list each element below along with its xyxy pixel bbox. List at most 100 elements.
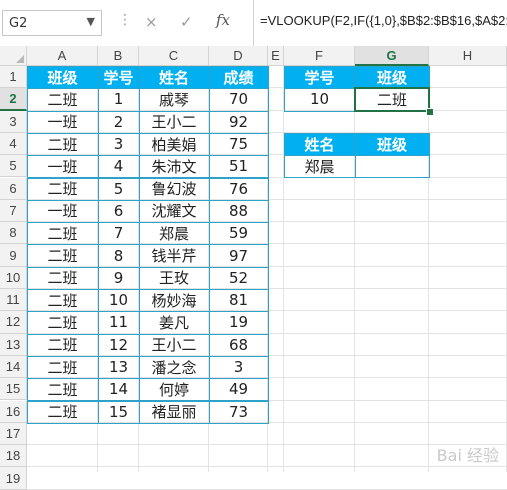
column-header-b[interactable]: B bbox=[98, 46, 139, 66]
table-cell[interactable]: 5 bbox=[98, 178, 139, 200]
fill-handle[interactable] bbox=[426, 107, 434, 116]
table-cell[interactable]: 二班 bbox=[27, 267, 98, 289]
row-header-14[interactable]: 14 bbox=[0, 355, 27, 379]
insert-function-fx-icon[interactable]: fx bbox=[216, 11, 230, 29]
table-cell[interactable]: 二班 bbox=[27, 356, 98, 378]
table-cell[interactable]: 9 bbox=[98, 267, 139, 289]
table-cell[interactable]: 潘之念 bbox=[139, 356, 209, 378]
table-cell[interactable]: 二班 bbox=[27, 88, 98, 110]
cancel-icon[interactable]: × bbox=[145, 13, 158, 31]
formula-input[interactable]: =VLOOKUP(F2,IF({1,0},$B$2:$B$16,$A$2:$ bbox=[253, 0, 507, 46]
table-cell[interactable]: 6 bbox=[98, 200, 139, 222]
lookup-header-cell[interactable]: 学号 bbox=[284, 66, 355, 89]
table-cell[interactable]: 二班 bbox=[27, 289, 98, 311]
table-cell[interactable]: 何婷 bbox=[139, 378, 209, 400]
table-cell[interactable]: 3 bbox=[209, 356, 268, 378]
table-cell[interactable]: 81 bbox=[209, 289, 268, 311]
row-header-1[interactable]: 1 bbox=[0, 66, 27, 89]
table-cell[interactable]: 一班 bbox=[27, 155, 98, 177]
row-header-10[interactable]: 10 bbox=[0, 266, 27, 289]
row-header-4[interactable]: 4 bbox=[0, 132, 27, 156]
table-cell[interactable]: 75 bbox=[209, 133, 268, 155]
table-cell[interactable]: 13 bbox=[98, 356, 139, 378]
row-header-16[interactable]: 16 bbox=[0, 400, 27, 423]
lookup-value-cell[interactable]: 郑晨 bbox=[284, 155, 355, 177]
row-header-6[interactable]: 6 bbox=[0, 177, 27, 200]
row-header-12[interactable]: 12 bbox=[0, 311, 27, 334]
row-header-18[interactable]: 18 bbox=[0, 445, 27, 468]
table-cell[interactable]: 姜凡 bbox=[139, 311, 209, 333]
table-cell[interactable]: 68 bbox=[209, 334, 268, 356]
row-header-5[interactable]: 5 bbox=[0, 155, 27, 178]
row-header-17[interactable]: 17 bbox=[0, 422, 27, 446]
table-cell[interactable]: 二班 bbox=[27, 244, 98, 266]
table-cell[interactable]: 76 bbox=[209, 178, 268, 200]
column-header-g[interactable]: G bbox=[355, 46, 429, 66]
select-all-corner[interactable] bbox=[0, 46, 27, 66]
table-cell[interactable]: 钱半芹 bbox=[139, 244, 209, 266]
table-cell[interactable]: 二班 bbox=[27, 222, 98, 244]
enter-check-icon[interactable]: ✓ bbox=[180, 13, 193, 31]
table-cell[interactable]: 12 bbox=[98, 334, 139, 356]
table-cell[interactable]: 11 bbox=[98, 311, 139, 333]
lookup-header-cell[interactable]: 班级 bbox=[355, 66, 429, 89]
table-cell[interactable]: 王小二 bbox=[139, 334, 209, 356]
column-header-e[interactable]: E bbox=[268, 46, 284, 66]
table-header-cell[interactable]: 姓名 bbox=[139, 66, 209, 89]
table-cell[interactable]: 鲁幻波 bbox=[139, 178, 209, 200]
table-cell[interactable]: 二班 bbox=[27, 178, 98, 200]
column-header-a[interactable]: A bbox=[27, 46, 98, 66]
table-cell[interactable]: 1 bbox=[98, 88, 139, 110]
table-cell[interactable]: 朱沛文 bbox=[139, 155, 209, 177]
row-header-19[interactable]: 19 bbox=[0, 467, 27, 490]
table-cell[interactable]: 一班 bbox=[27, 111, 98, 133]
table-cell[interactable]: 10 bbox=[98, 289, 139, 311]
table-cell[interactable]: 柏美娟 bbox=[139, 133, 209, 155]
lookup-header-cell[interactable]: 姓名 bbox=[284, 132, 355, 156]
table-cell[interactable]: 88 bbox=[209, 200, 268, 222]
table-cell[interactable]: 郑晨 bbox=[139, 222, 209, 244]
table-cell[interactable]: 19 bbox=[209, 311, 268, 333]
table-cell[interactable]: 二班 bbox=[27, 311, 98, 333]
table-cell[interactable]: 褚显丽 bbox=[139, 401, 209, 423]
table-cell[interactable]: 戚琴 bbox=[139, 88, 209, 110]
row-header-13[interactable]: 13 bbox=[0, 333, 27, 356]
table-cell[interactable]: 52 bbox=[209, 267, 268, 289]
column-header-c[interactable]: C bbox=[139, 46, 209, 66]
lookup-value-cell[interactable] bbox=[355, 155, 429, 177]
chevron-down-icon[interactable]: ▼ bbox=[87, 15, 95, 28]
spreadsheet-grid[interactable]: A B C D E F G H 1 2 3 4 5 6 7 8 9 10 11 12 13 14 15 16 17 18 19 班级学… bbox=[0, 46, 507, 490]
column-header-h[interactable]: H bbox=[429, 46, 507, 66]
row-header-8[interactable]: 8 bbox=[0, 222, 27, 245]
table-cell[interactable]: 8 bbox=[98, 244, 139, 266]
row-header-9[interactable]: 9 bbox=[0, 244, 27, 267]
table-cell[interactable]: 4 bbox=[98, 155, 139, 177]
table-cell[interactable]: 2 bbox=[98, 111, 139, 133]
table-cell[interactable]: 59 bbox=[209, 222, 268, 244]
table-cell[interactable]: 3 bbox=[98, 133, 139, 155]
row-header-15[interactable]: 15 bbox=[0, 378, 27, 401]
row-header-7[interactable]: 7 bbox=[0, 199, 27, 223]
table-cell[interactable]: 二班 bbox=[27, 378, 98, 400]
table-cell[interactable]: 73 bbox=[209, 401, 268, 423]
lookup-value-cell[interactable]: 10 bbox=[284, 88, 355, 110]
table-cell[interactable]: 二班 bbox=[27, 401, 98, 423]
table-cell[interactable]: 二班 bbox=[27, 133, 98, 155]
table-header-cell[interactable]: 成绩 bbox=[209, 66, 268, 89]
lookup-value-cell[interactable]: 二班 bbox=[355, 88, 429, 110]
table-cell[interactable]: 70 bbox=[209, 88, 268, 110]
table-cell[interactable]: 92 bbox=[209, 111, 268, 133]
table-cell[interactable]: 王小二 bbox=[139, 111, 209, 133]
table-cell[interactable]: 王玫 bbox=[139, 267, 209, 289]
table-cell[interactable]: 97 bbox=[209, 244, 268, 266]
row-header-11[interactable]: 11 bbox=[0, 289, 27, 312]
table-cell[interactable]: 49 bbox=[209, 378, 268, 400]
table-cell[interactable]: 15 bbox=[98, 401, 139, 423]
table-cell[interactable]: 杨妙海 bbox=[139, 289, 209, 311]
column-header-f[interactable]: F bbox=[284, 46, 355, 66]
name-box[interactable]: G2 ▼ bbox=[2, 10, 102, 36]
table-cell[interactable]: 沈耀文 bbox=[139, 200, 209, 222]
row-header-2[interactable]: 2 bbox=[0, 88, 27, 111]
column-header-d[interactable]: D bbox=[209, 46, 268, 66]
table-cell[interactable]: 7 bbox=[98, 222, 139, 244]
